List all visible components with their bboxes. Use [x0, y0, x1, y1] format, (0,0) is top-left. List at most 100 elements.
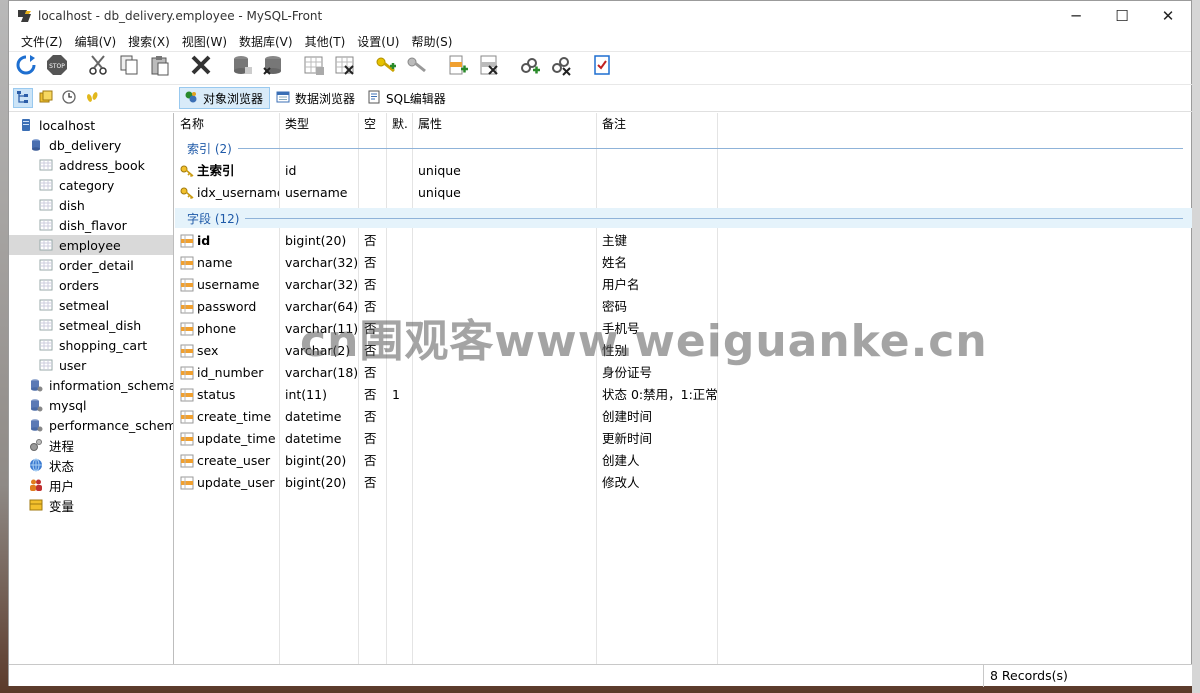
minimize-button[interactable]: ─: [1053, 1, 1099, 31]
table-row[interactable]: username varchar(32) 否 用户名: [175, 274, 1193, 296]
drop-database-button[interactable]: [260, 54, 286, 80]
delete-button[interactable]: [188, 54, 214, 80]
cell-type: varchar(18): [285, 365, 358, 380]
tree-item[interactable]: user: [9, 355, 173, 375]
cell-comment: 修改人: [602, 475, 640, 490]
cell-attr: [413, 252, 596, 274]
menu-item-6[interactable]: 其他(T): [299, 33, 352, 50]
cell-name: create_time: [197, 409, 272, 424]
tree-item[interactable]: orders: [9, 275, 173, 295]
menu-item-3[interactable]: 搜索(X): [122, 33, 176, 50]
col-null-header[interactable]: 空: [359, 113, 386, 135]
tree-item[interactable]: 进程: [9, 435, 173, 455]
table-row[interactable]: update_user bigint(20) 否 修改人: [175, 472, 1193, 494]
tree-item-label: performance_schema: [49, 417, 174, 433]
menu-item-7[interactable]: 设置(U): [351, 33, 405, 50]
tree-item[interactable]: order_detail: [9, 255, 173, 275]
tree-item[interactable]: information_schema: [9, 375, 173, 395]
view-tabs: 对象浏览器 数据浏览器 SQL编辑器: [179, 87, 454, 109]
status-icon: [29, 458, 43, 472]
tree-item-label: localhost: [39, 117, 96, 133]
drop-field-button[interactable]: [476, 54, 502, 80]
create-index-button[interactable]: [373, 54, 399, 80]
create-table-button[interactable]: [301, 54, 327, 80]
table-row[interactable]: idx_username username unique: [175, 182, 1193, 204]
tree-item[interactable]: 变量: [9, 495, 173, 515]
history-button[interactable]: [59, 88, 79, 108]
tree-item[interactable]: 用户: [9, 475, 173, 495]
col-default-header[interactable]: 默.: [387, 113, 412, 135]
cell-type: datetime: [285, 431, 342, 446]
menu-item-2[interactable]: 编辑(V): [69, 33, 123, 50]
table-row[interactable]: id_number varchar(18) 否 身份证号: [175, 362, 1193, 384]
tree-item[interactable]: mysql: [9, 395, 173, 415]
drop-index-button[interactable]: [404, 54, 430, 80]
menu-item-1[interactable]: 文件(Z): [15, 33, 69, 50]
paste-button[interactable]: [147, 54, 173, 80]
object-browser-grid[interactable]: 名称 类型空默. 属性 备注 索引 (2) 主索引 id unique idx_username…: [175, 113, 1193, 664]
tree-item[interactable]: dish_flavor: [9, 215, 173, 235]
tree-item[interactable]: dish: [9, 195, 173, 215]
table-icon: [39, 338, 53, 352]
cell-name: idx_username: [197, 185, 279, 200]
table-row[interactable]: name varchar(32) 否 姓名: [175, 252, 1193, 274]
group-divider-line: [237, 147, 1183, 149]
maximize-button[interactable]: ☐: [1099, 1, 1145, 31]
cell-default: [387, 252, 412, 274]
drop-foreign-key-button[interactable]: [548, 54, 574, 80]
table-row[interactable]: sex varchar(2) 否 性别: [175, 340, 1193, 362]
create-field-button[interactable]: [445, 54, 471, 80]
col-comment-header[interactable]: 备注: [597, 113, 717, 135]
cut-button[interactable]: [85, 54, 111, 80]
table-row[interactable]: create_user bigint(20) 否 创建人: [175, 450, 1193, 472]
tree-item[interactable]: address_book: [9, 155, 173, 175]
copy-button[interactable]: [116, 54, 142, 80]
favorites-button[interactable]: [36, 88, 56, 108]
col-attr-header[interactable]: 属性: [413, 113, 596, 135]
table-row[interactable]: create_time datetime 否 创建时间: [175, 406, 1193, 428]
menu-item-5[interactable]: 数据库(V): [233, 33, 299, 50]
menu-item-8[interactable]: 帮助(S): [405, 33, 458, 50]
tab-object-browser[interactable]: 对象浏览器: [179, 87, 271, 109]
create-field-icon: [447, 54, 469, 79]
col-name-header[interactable]: 名称: [175, 113, 279, 135]
tree-item[interactable]: localhost: [9, 115, 173, 135]
refresh-button[interactable]: [13, 54, 39, 80]
properties-button[interactable]: [589, 54, 615, 80]
cell-attr: [413, 274, 596, 296]
object-tree[interactable]: localhost db_delivery address_book category…: [9, 113, 174, 664]
table-row[interactable]: password varchar(64) 否 密码: [175, 296, 1193, 318]
paste-icon: [149, 54, 171, 79]
stop-icon: STOP: [46, 54, 68, 79]
tree-view-button[interactable]: [13, 88, 33, 108]
title-bar[interactable]: localhost - db_delivery.employee - MySQL…: [9, 1, 1191, 31]
field-group-header[interactable]: 字段 (12): [175, 208, 1193, 228]
cell-default: [387, 160, 412, 182]
tree-item[interactable]: setmeal: [9, 295, 173, 315]
close-button[interactable]: ✕: [1145, 1, 1191, 31]
tree-item[interactable]: performance_schema: [9, 415, 174, 435]
table-row[interactable]: update_time datetime 否 更新时间: [175, 428, 1193, 450]
index-group-header[interactable]: 索引 (2): [175, 138, 1193, 158]
col-type-header[interactable]: 类型: [280, 113, 358, 135]
tree-item[interactable]: 状态: [9, 455, 173, 475]
create-foreign-key-button[interactable]: [517, 54, 543, 80]
tree-item[interactable]: db_delivery: [9, 135, 173, 155]
table-row[interactable]: 主索引 id unique: [175, 160, 1193, 182]
tree-item[interactable]: employee: [9, 235, 173, 255]
tree-item[interactable]: setmeal_dish: [9, 315, 173, 335]
table-row[interactable]: status int(11) 否 1 状态 0:禁用，1:正常: [175, 384, 1193, 406]
tab-sql-editor[interactable]: SQL编辑器: [363, 87, 452, 109]
tree-item[interactable]: category: [9, 175, 173, 195]
create-database-button[interactable]: [229, 54, 255, 80]
tab-data-browser[interactable]: 数据浏览器: [272, 87, 361, 109]
drop-table-button[interactable]: [332, 54, 358, 80]
table-row[interactable]: id bigint(20) 否 主键: [175, 230, 1193, 252]
cell-attr: [413, 406, 596, 428]
stop-button[interactable]: STOP: [44, 54, 70, 80]
tree-item[interactable]: shopping_cart: [9, 335, 173, 355]
menu-item-4[interactable]: 视图(W): [176, 33, 233, 50]
cell-name: username: [197, 277, 260, 292]
table-row[interactable]: phone varchar(11) 否 手机号: [175, 318, 1193, 340]
footprints-button[interactable]: [82, 88, 102, 108]
